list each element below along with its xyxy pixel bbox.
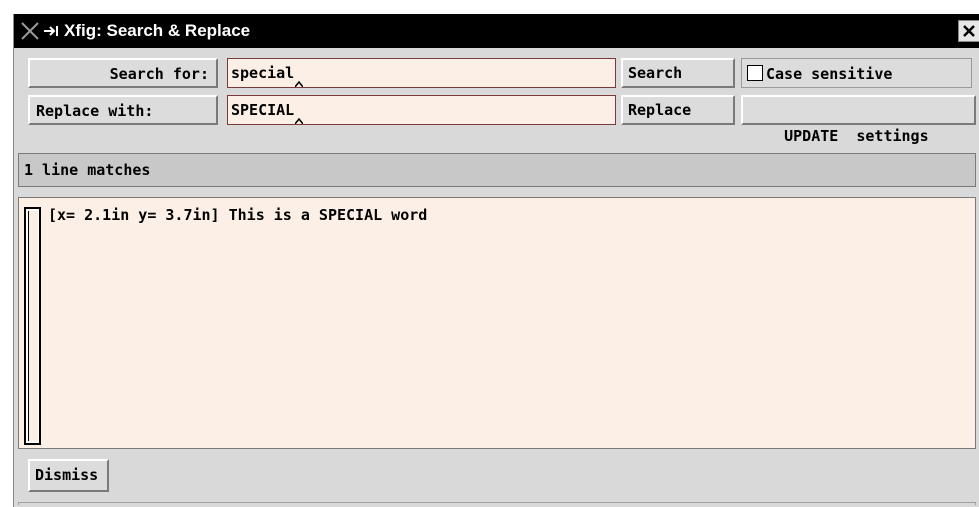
search-for-label-text: Search for: bbox=[109, 65, 209, 83]
window-title: Xfig: Search & Replace bbox=[64, 21, 251, 40]
match-status-text: 1 line matches bbox=[24, 161, 151, 179]
search-button[interactable]: Search bbox=[621, 58, 735, 88]
close-icon bbox=[963, 25, 975, 37]
case-sensitive-toggle[interactable]: Case sensitive bbox=[741, 58, 972, 88]
replace-button[interactable]: Replace bbox=[621, 95, 735, 125]
match-status: 1 line matches bbox=[18, 153, 976, 187]
results-panel: [x= 2.1in y= 3.7in] This is a SPECIAL wo… bbox=[18, 197, 976, 449]
text-caret-icon bbox=[295, 81, 304, 87]
dismiss-button-label: Dismiss bbox=[35, 466, 99, 484]
replace-input[interactable]: SPECIAL bbox=[227, 95, 616, 125]
scrollbar-thumb[interactable] bbox=[28, 211, 38, 441]
results-scrollbar[interactable] bbox=[24, 207, 41, 445]
search-input[interactable]: special bbox=[227, 58, 616, 88]
search-input-value: special bbox=[231, 64, 295, 82]
search-for-label: Search for: bbox=[28, 58, 218, 88]
replace-button-label: Replace bbox=[628, 101, 692, 119]
result-line[interactable]: [x= 2.1in y= 3.7in] This is a SPECIAL wo… bbox=[48, 206, 427, 224]
replace-with-label: Replace with: bbox=[28, 95, 218, 125]
close-button[interactable] bbox=[958, 20, 979, 42]
dismiss-button[interactable]: Dismiss bbox=[28, 459, 110, 492]
replace-input-value: SPECIAL bbox=[231, 101, 295, 119]
case-sensitive-label: Case sensitive bbox=[766, 65, 893, 83]
update-settings-label: UPDATE settings bbox=[784, 127, 929, 145]
text-caret-icon bbox=[295, 118, 304, 124]
search-replace-window: Xfig: Search & Replace Search for: speci… bbox=[13, 14, 979, 507]
case-sensitive-checkbox[interactable] bbox=[747, 64, 763, 81]
update-settings-button[interactable]: UPDATE settings bbox=[741, 95, 976, 145]
footer-divider bbox=[18, 502, 976, 505]
title-bar[interactable]: Xfig: Search & Replace bbox=[14, 14, 979, 48]
arrow-icon bbox=[44, 26, 58, 36]
search-button-label: Search bbox=[628, 64, 683, 82]
replace-with-label-text: Replace with: bbox=[36, 102, 154, 120]
window-menu-icon[interactable] bbox=[20, 21, 40, 41]
